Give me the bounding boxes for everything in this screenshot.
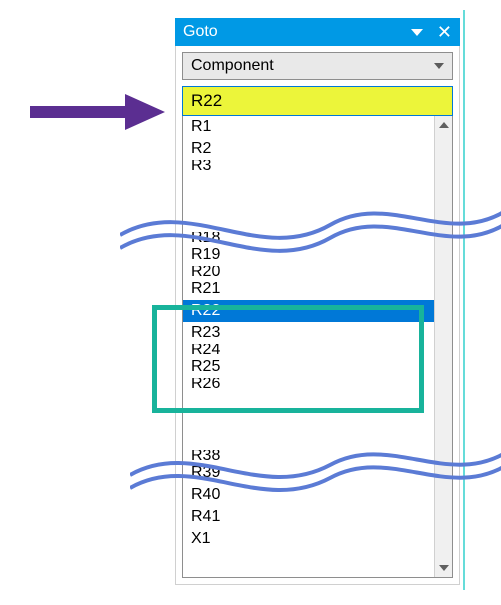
scroll-down-button[interactable] xyxy=(435,559,452,577)
type-combobox[interactable]: Component xyxy=(182,52,453,80)
arrow-annotation xyxy=(30,92,170,132)
list-item[interactable]: R41 xyxy=(183,506,434,528)
chevron-down-icon xyxy=(439,565,449,571)
close-icon[interactable]: ✕ xyxy=(437,23,452,41)
list-item[interactable]: R26 xyxy=(183,378,434,390)
panel-body: Component R1R2R3 R18R19R20R21R22R23R24R25… xyxy=(175,46,460,585)
list-item[interactable]: R20 xyxy=(183,266,434,278)
goto-panel: Goto ✕ Component R1R2R3R18R19R20R21R22R2… xyxy=(175,18,460,585)
list-gap xyxy=(183,390,434,450)
list-gap xyxy=(183,172,434,232)
list-item[interactable]: X1 xyxy=(183,528,434,550)
list-item[interactable]: R21 xyxy=(183,278,434,300)
results-list-container: R1R2R3R18R19R20R21R22R23R24R25R26R38R39R… xyxy=(182,116,453,578)
results-list[interactable]: R1R2R3R18R19R20R21R22R23R24R25R26R38R39R… xyxy=(183,116,434,577)
list-item[interactable]: R1 xyxy=(183,116,434,138)
list-item[interactable]: R40 xyxy=(183,484,434,506)
type-combobox-label: Component xyxy=(191,57,434,75)
list-item[interactable]: R3 xyxy=(183,160,434,172)
scrollbar[interactable] xyxy=(434,116,452,577)
list-item[interactable]: R38 xyxy=(183,450,434,462)
panel-titlebar[interactable]: Goto ✕ xyxy=(175,18,460,46)
scroll-up-button[interactable] xyxy=(435,116,452,134)
panel-title: Goto xyxy=(183,23,411,41)
list-item[interactable]: R24 xyxy=(183,344,434,356)
list-item[interactable]: R18 xyxy=(183,232,434,244)
list-item[interactable]: R23 xyxy=(183,322,434,344)
list-item[interactable]: R39 xyxy=(183,462,434,484)
chevron-up-icon xyxy=(439,122,449,128)
list-item[interactable]: R2 xyxy=(183,138,434,160)
chevron-down-icon[interactable] xyxy=(411,29,423,36)
vertical-guide-line xyxy=(463,10,465,590)
list-item[interactable]: R22 xyxy=(183,300,434,322)
chevron-down-icon xyxy=(434,63,444,69)
list-item[interactable]: R19 xyxy=(183,244,434,266)
list-item[interactable]: R25 xyxy=(183,356,434,378)
search-input[interactable] xyxy=(182,86,453,116)
